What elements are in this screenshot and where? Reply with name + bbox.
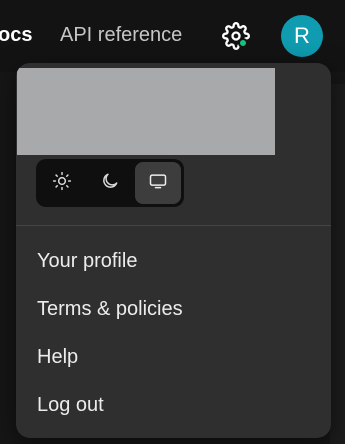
top-navigation-bar: ocs API reference R bbox=[0, 0, 345, 72]
status-dot bbox=[238, 38, 248, 48]
nav-link-api-reference[interactable]: API reference bbox=[60, 24, 182, 47]
theme-dark-button[interactable] bbox=[87, 162, 133, 204]
nav-link-docs[interactable]: ocs bbox=[0, 24, 32, 47]
moon-icon bbox=[100, 171, 120, 196]
account-info-redacted bbox=[17, 68, 275, 155]
page-scrollbar[interactable] bbox=[330, 84, 345, 444]
account-dropdown-menu: Your profile Terms & policies Help Log o… bbox=[16, 63, 331, 438]
menu-item-your-profile[interactable]: Your profile bbox=[37, 246, 137, 276]
avatar[interactable]: R bbox=[281, 15, 323, 57]
menu-divider bbox=[16, 225, 331, 226]
sun-icon bbox=[52, 171, 72, 196]
menu-item-terms-policies[interactable]: Terms & policies bbox=[37, 294, 183, 324]
menu-item-help[interactable]: Help bbox=[37, 342, 78, 372]
menu-item-log-out[interactable]: Log out bbox=[37, 390, 104, 420]
monitor-icon bbox=[148, 171, 168, 196]
theme-system-button[interactable] bbox=[135, 162, 181, 204]
theme-switcher bbox=[36, 159, 184, 207]
theme-light-button[interactable] bbox=[39, 162, 85, 204]
